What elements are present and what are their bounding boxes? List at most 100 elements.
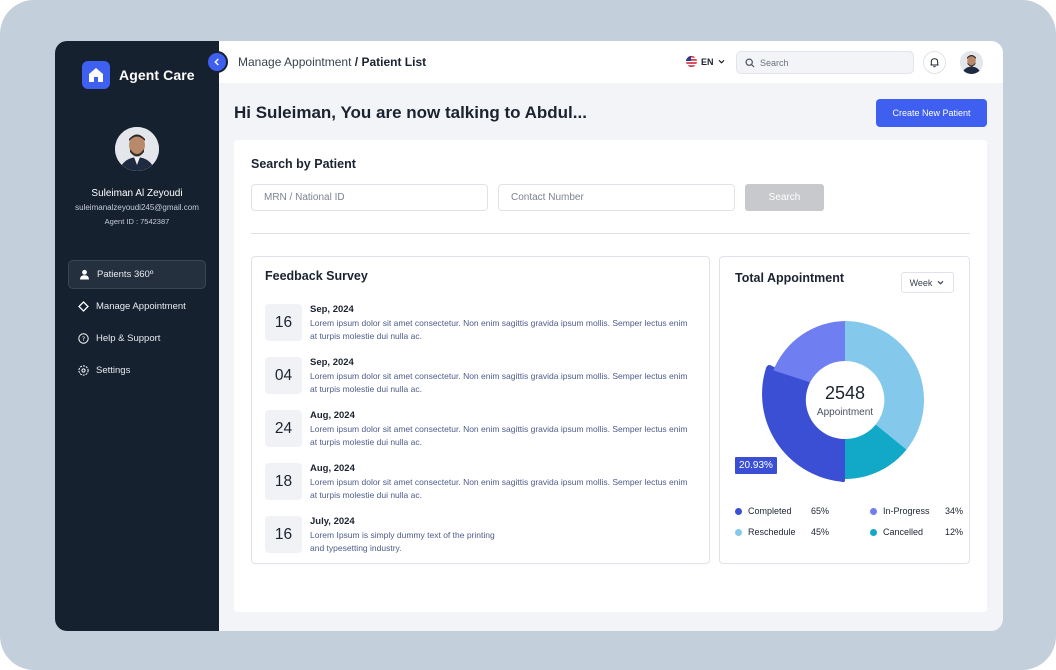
feedback-text: Lorem ipsum dolor sit amet consectetur. … <box>310 318 688 341</box>
sidebar-item-manage-appointment[interactable]: Manage Appointment <box>68 292 206 321</box>
legend-value-in-progress: 34% <box>945 506 963 516</box>
language-label: EN <box>701 56 714 67</box>
feedback-text: Lorem ipsum dolor sit amet consectetur. … <box>310 477 688 500</box>
appointment-total-label: Appointment <box>816 407 874 418</box>
list-item[interactable]: 18 Aug, 2024 Lorem ipsum dolor sit amet … <box>265 460 695 513</box>
feedback-day: 04 <box>265 357 302 394</box>
app-window: Agent Care Suleiman Al Zeyoudi suleimana… <box>55 41 1003 631</box>
legend-label: In-Progress <box>883 506 930 516</box>
legend-value-reschedule: 45% <box>811 527 829 537</box>
donut-segment-in-progress[interactable] <box>773 321 845 383</box>
page-title: Hi Suleiman, You are now talking to Abdu… <box>234 103 587 122</box>
breadcrumb: Manage Appointment / Patient List <box>238 55 426 69</box>
period-dropdown[interactable]: Week <box>901 272 954 293</box>
legend-dot <box>735 528 742 536</box>
legend-item-cancelled: Cancelled <box>870 527 923 537</box>
us-flag-icon <box>686 56 697 67</box>
sidebar-item-label: Manage Appointment <box>96 301 186 312</box>
feedback-day: 16 <box>265 304 302 341</box>
sidebar-nav: Patients 360º Manage Appointment ? Help … <box>68 260 206 388</box>
feedback-text: Lorem Ipsum is simply dummy text of the … <box>310 530 495 553</box>
breadcrumb-parent[interactable]: Manage Appointment <box>238 55 351 69</box>
search-icon <box>745 57 755 67</box>
feedback-date: Sep, 2024 <box>310 357 354 368</box>
user-avatar <box>115 127 159 171</box>
mrn-national-id-field[interactable] <box>251 184 488 211</box>
legend-label: Completed <box>748 506 792 516</box>
feedback-day: 16 <box>265 516 302 553</box>
chevron-left-icon <box>214 58 219 66</box>
user-name: Suleiman Al Zeyoudi <box>91 188 183 199</box>
appointment-total: 2548 <box>824 383 866 403</box>
agent-id: Agent ID : 7542387 <box>104 217 170 226</box>
feedback-survey-title: Feedback Survey <box>265 269 368 283</box>
legend-dot <box>870 507 877 515</box>
legend-value: 34% <box>945 506 964 516</box>
feedback-date: Sep, 2024 <box>310 304 354 315</box>
main-content: Search by Patient Search Feedback Survey… <box>234 140 987 612</box>
feedback-list: 16 Sep, 2024 Lorem ipsum dolor sit amet … <box>265 301 695 566</box>
legend-item-in-progress: In-Progress <box>870 506 930 516</box>
feedback-text: Lorem ipsum dolor sit amet consectetur. … <box>310 424 688 447</box>
list-item[interactable]: 04 Sep, 2024 Lorem ipsum dolor sit amet … <box>265 354 695 407</box>
notifications-button[interactable] <box>923 51 946 74</box>
sidebar: Agent Care Suleiman Al Zeyoudi suleimana… <box>55 41 219 631</box>
sidebar-collapse-button[interactable] <box>206 51 228 73</box>
feedback-text: Lorem ipsum dolor sit amet consectetur. … <box>310 371 688 394</box>
feedback-date: Aug, 2024 <box>310 463 355 474</box>
list-item[interactable]: 16 Sep, 2024 Lorem ipsum dolor sit amet … <box>265 301 695 354</box>
sidebar-item-label: Help & Support <box>96 333 161 344</box>
device-frame: Agent Care Suleiman Al Zeyoudi suleimana… <box>0 0 1056 670</box>
list-item[interactable]: 16 July, 2024 Lorem Ipsum is simply dumm… <box>265 513 695 566</box>
sidebar-item-patients-360[interactable]: Patients 360º <box>68 260 206 289</box>
brand-name: Agent Care <box>119 67 195 83</box>
chevron-down-icon <box>937 280 944 285</box>
user-email: suleimanalzeyoudi245@gmail.com <box>75 203 199 212</box>
total-appointment-title: Total Appointment <box>735 271 845 285</box>
breadcrumb-separator: / <box>351 55 362 69</box>
legend-dot <box>735 507 742 515</box>
contact-number-field[interactable] <box>498 184 735 211</box>
feedback-date: Aug, 2024 <box>310 410 355 421</box>
legend-value-completed: 65% <box>811 506 829 516</box>
legend-item-reschedule: Reschedule <box>735 527 796 537</box>
legend-value: 65% <box>811 506 830 516</box>
agent-care-logo-icon <box>82 61 110 89</box>
sidebar-item-settings[interactable]: Settings <box>68 356 206 385</box>
create-new-patient-button[interactable]: Create New Patient <box>876 99 987 127</box>
list-item[interactable]: 24 Aug, 2024 Lorem ipsum dolor sit amet … <box>265 407 695 460</box>
patient-search-button[interactable]: Search <box>745 184 824 211</box>
help-circle-icon: ? <box>78 333 89 344</box>
feedback-day: 18 <box>265 463 302 500</box>
legend-dot <box>870 528 877 536</box>
topbar: Manage Appointment / Patient List EN <box>219 41 1003 83</box>
legend-item-completed: Completed <box>735 506 792 516</box>
profile-avatar[interactable] <box>960 51 983 74</box>
legend-label: Reschedule <box>748 527 796 537</box>
total-appointment-card: Total Appointment Week 2548 Appointment … <box>719 256 970 564</box>
legend-value-cancelled: 12% <box>945 527 963 537</box>
period-label: Week <box>909 277 933 288</box>
feedback-date: July, 2024 <box>310 516 355 527</box>
feedback-survey-card: Feedback Survey 16 Sep, 2024 Lorem ipsum… <box>251 256 710 564</box>
bell-icon <box>930 58 939 68</box>
person-icon <box>79 269 90 280</box>
feedback-day: 24 <box>265 410 302 447</box>
legend-value: 45% <box>811 527 830 537</box>
search-input[interactable] <box>760 57 900 68</box>
legend-label: Cancelled <box>883 527 924 537</box>
sidebar-item-label: Settings <box>96 365 131 376</box>
sidebar-item-label: Patients 360º <box>97 269 154 280</box>
global-search[interactable] <box>736 51 914 74</box>
diamond-icon <box>78 301 89 312</box>
language-selector[interactable]: EN <box>686 56 726 67</box>
legend-value: 12% <box>945 527 964 537</box>
search-by-patient-title: Search by Patient <box>251 157 356 171</box>
settings-icon <box>78 365 89 376</box>
breadcrumb-current: Patient List <box>361 55 427 69</box>
percentage-badge: 20.93% <box>735 457 777 474</box>
divider <box>251 233 970 234</box>
chevron-down-icon <box>718 59 724 64</box>
sidebar-item-help-support[interactable]: ? Help & Support <box>68 324 206 353</box>
svg-text:?: ? <box>82 335 85 343</box>
